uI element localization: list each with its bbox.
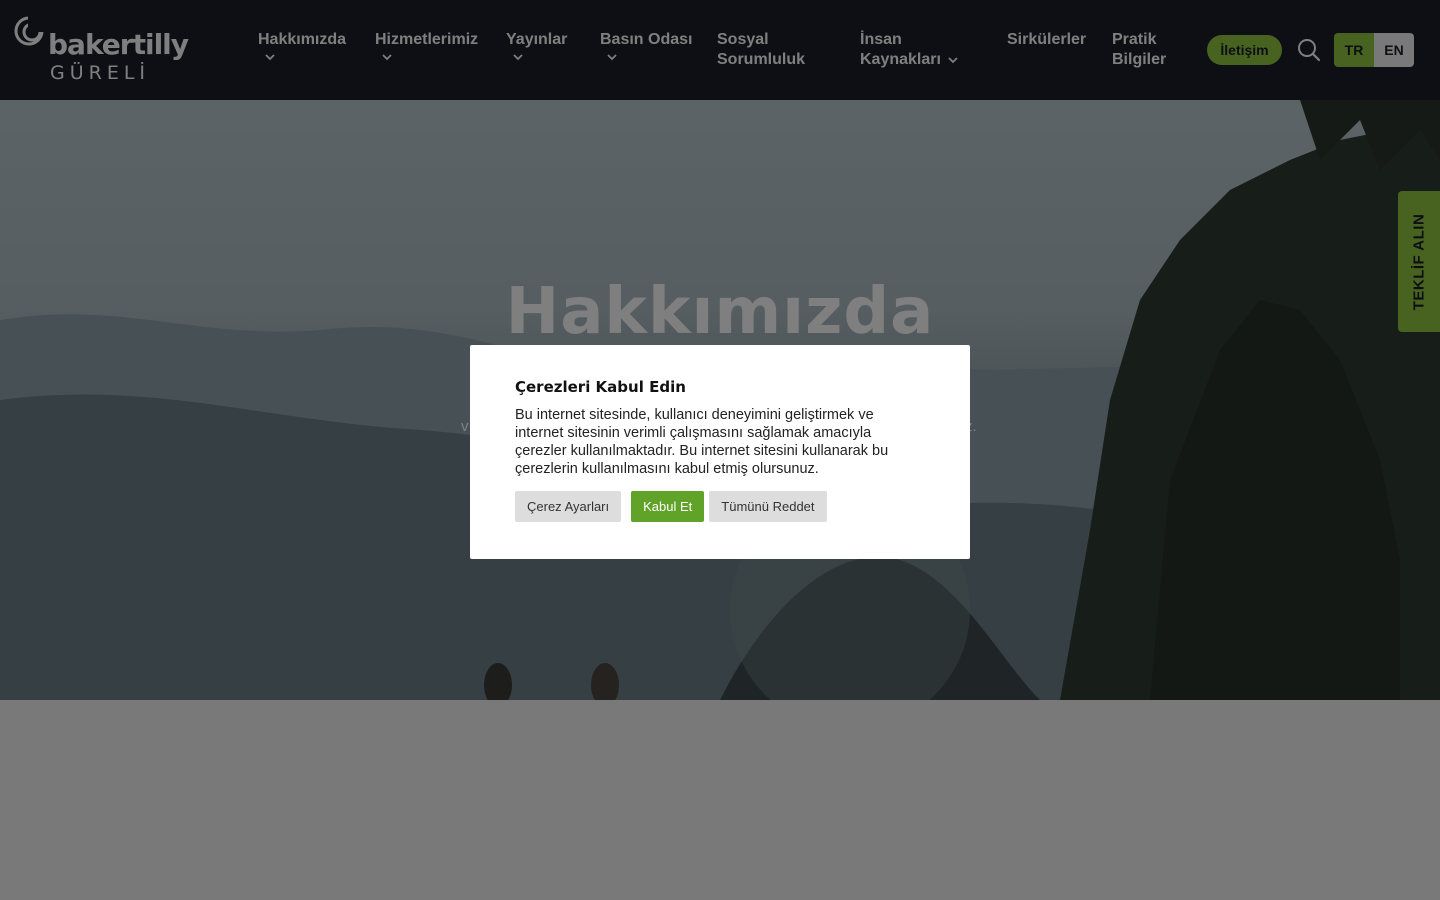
cookie-settings-button[interactable]: Çerez Ayarları	[515, 491, 622, 522]
cookie-modal-text: Bu internet sitesinde, kullanıcı deneyim…	[515, 407, 889, 477]
reject-all-cookies-button[interactable]: Tümünü Reddet	[709, 491, 827, 522]
cookie-consent-modal: Çerezleri Kabul Edin Bu internet sitesin…	[470, 345, 970, 559]
accept-cookies-button[interactable]: Kabul Et	[631, 491, 705, 522]
cookie-modal-actions: Çerez Ayarları Kabul Et Tümünü Reddet	[515, 491, 837, 522]
cookie-modal-title: Çerezleri Kabul Edin	[515, 378, 686, 396]
